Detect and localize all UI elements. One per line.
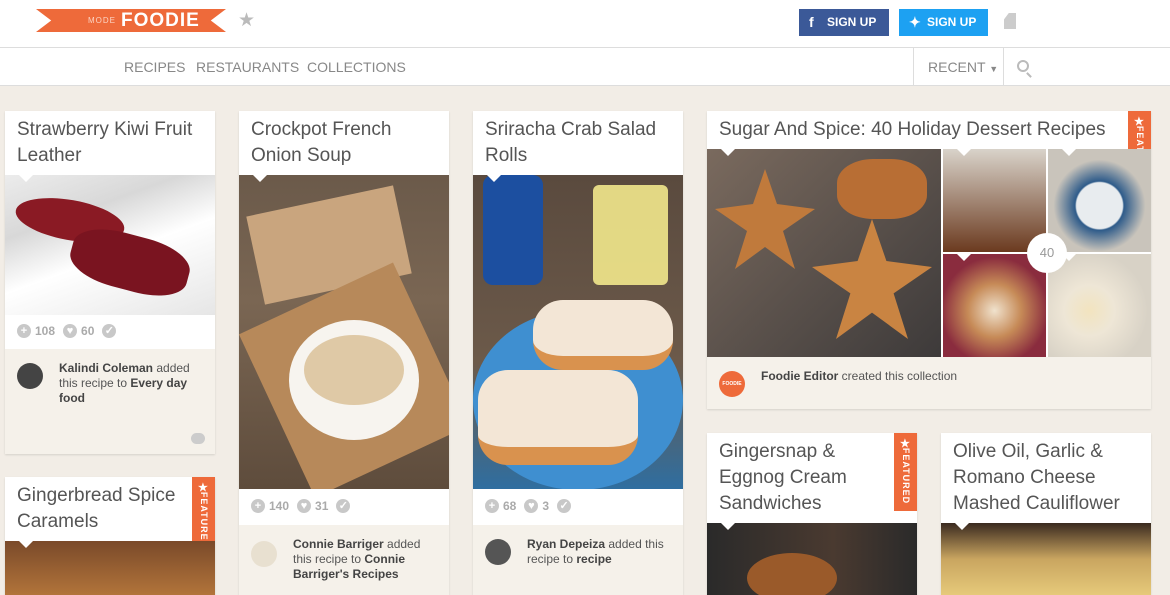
logo-word-text: FOODIE [121, 10, 200, 31]
foodie-logo[interactable]: MODE FOODIE [36, 9, 226, 32]
recipe-image[interactable] [5, 175, 215, 315]
recipe-title[interactable]: Gingerbread Spice Caramels [17, 483, 179, 535]
recipe-card[interactable]: Olive Oil, Garlic & Romano Cheese Mashed… [941, 433, 1151, 595]
check-icon[interactable]: ✓ [336, 499, 351, 513]
nav-restaurants[interactable]: RESTAURANTS [196, 59, 299, 75]
plus-icon: + [485, 499, 499, 513]
activity-footer: Ryan Depeiza added this recipe to recipe [473, 525, 683, 595]
activity-footer: Kalindi Coleman added this recipe to Eve… [5, 349, 215, 454]
activity-user[interactable]: Connie Barriger [293, 537, 384, 551]
recipe-title[interactable]: Crockpot French Onion Soup [251, 117, 437, 169]
logo-mode-text: MODE [88, 16, 116, 25]
plus-icon: + [251, 499, 265, 513]
comment-icon[interactable] [191, 433, 205, 444]
nav-recipes[interactable]: RECIPES [124, 59, 185, 75]
recipe-card[interactable]: Strawberry Kiwi Fruit Leather +108 ♥ 60 ✓… [5, 111, 215, 454]
recipe-title[interactable]: Olive Oil, Garlic & Romano Cheese Mashed… [953, 439, 1139, 517]
activity-text: Kalindi Coleman added this recipe to Eve… [59, 361, 205, 406]
nav-divider [913, 48, 914, 86]
collection-thumb[interactable] [943, 254, 1046, 357]
caret-down-icon: ▼ [989, 64, 999, 74]
recent-label: RECENT [928, 59, 986, 75]
collection-title[interactable]: Sugar And Spice: 40 Holiday Dessert Reci… [719, 117, 1115, 143]
bookmark-icon[interactable] [1004, 13, 1016, 29]
like-count[interactable]: ♥ 3 [524, 499, 549, 513]
check-icon[interactable]: ✓ [102, 324, 117, 338]
add-count-value: 140 [269, 499, 290, 513]
activity-footer: FOODIE Foodie Editor created this collec… [707, 357, 1151, 409]
activity-text: Connie Barriger added this recipe to Con… [293, 537, 439, 582]
collection-thumb[interactable] [943, 149, 1046, 252]
twitter-signup-button[interactable]: ✦ SIGN UP [899, 9, 988, 36]
like-count-value: 60 [81, 324, 95, 338]
collection-thumb[interactable] [1048, 149, 1151, 252]
collection-main-image[interactable] [707, 149, 941, 357]
recipe-title[interactable]: Sriracha Crab Salad Rolls [485, 117, 671, 169]
twitter-bird-icon: ✦ [909, 14, 921, 30]
recipe-image[interactable] [5, 541, 215, 595]
like-count-value: 31 [315, 499, 329, 513]
check-icon[interactable]: ✓ [557, 499, 572, 513]
twitter-signup-label: SIGN UP [927, 15, 977, 29]
activity-text: Foodie Editor created this collection [761, 369, 1141, 384]
collection-thumb[interactable] [1048, 254, 1151, 357]
heart-icon: ♥ [524, 499, 539, 513]
star-icon[interactable]: ★ [238, 9, 255, 32]
recipe-card[interactable]: Gingerbread Spice Caramels ★ FEATURED [5, 477, 215, 595]
recipe-stats: +108 ♥ 60 ✓ [17, 321, 117, 341]
avatar[interactable] [17, 363, 43, 389]
recipe-card[interactable]: Gingersnap & Eggnog Cream Sandwiches ★ FE… [707, 433, 917, 595]
collection-count-badge: 40 [1027, 233, 1067, 273]
recipe-image[interactable] [239, 175, 449, 489]
activity-user[interactable]: Foodie Editor [761, 369, 838, 383]
recipe-title[interactable]: Strawberry Kiwi Fruit Leather [17, 117, 203, 169]
main-nav: RECIPES RESTAURANTS COLLECTIONS RECENT ▼ [0, 48, 1170, 86]
heart-icon: ♥ [63, 324, 78, 338]
featured-ribbon: ★FEATURED [894, 433, 917, 511]
add-count-value: 68 [503, 499, 517, 513]
activity-user[interactable]: Ryan Depeiza [527, 537, 605, 551]
site-header: MODE FOODIE ★ f SIGN UP ✦ SIGN UP [0, 0, 1170, 48]
nav-divider [1003, 48, 1004, 86]
activity-footer: Connie Barriger added this recipe to Con… [239, 525, 449, 595]
avatar[interactable] [251, 541, 277, 567]
recipe-stats: +68 ♥ 3 ✓ [485, 496, 572, 516]
like-count-value: 3 [542, 499, 550, 513]
search-icon[interactable] [1017, 60, 1029, 72]
recipe-card[interactable]: Crockpot French Onion Soup +140 ♥ 31 ✓ Co… [239, 111, 449, 595]
like-count[interactable]: ♥ 31 [297, 499, 328, 513]
add-count-value: 108 [35, 324, 56, 338]
heart-icon: ♥ [297, 499, 312, 513]
avatar[interactable] [485, 539, 511, 565]
recipe-card[interactable]: Sriracha Crab Salad Rolls +68 ♥ 3 ✓ Ryan … [473, 111, 683, 595]
activity-text: Ryan Depeiza added this recipe to recipe [527, 537, 673, 567]
foodie-avatar-text: FOODIE [722, 381, 742, 387]
recipe-stats: +140 ♥ 31 ✓ [251, 496, 351, 516]
add-count[interactable]: +140 [251, 499, 289, 513]
recipe-image[interactable] [941, 523, 1151, 595]
facebook-signup-label: SIGN UP [827, 15, 877, 29]
featured-label: FEATURED [901, 447, 911, 505]
activity-user[interactable]: Kalindi Coleman [59, 361, 153, 375]
facebook-signup-button[interactable]: f SIGN UP [799, 9, 889, 36]
add-count[interactable]: +68 [485, 499, 516, 513]
like-count[interactable]: ♥ 60 [63, 324, 94, 338]
recipe-image[interactable] [473, 175, 683, 489]
activity-target[interactable]: recipe [576, 552, 611, 566]
recent-dropdown[interactable]: RECENT ▼ [928, 59, 998, 75]
collection-card[interactable]: Sugar And Spice: 40 Holiday Dessert Reci… [707, 111, 1151, 409]
add-count[interactable]: +108 [17, 324, 55, 338]
activity-action: created this collection [841, 369, 958, 383]
facebook-icon: f [809, 14, 814, 30]
recipe-image[interactable] [707, 523, 917, 595]
foodie-avatar[interactable]: FOODIE [719, 371, 745, 397]
recipe-title[interactable]: Gingersnap & Eggnog Cream Sandwiches [719, 439, 881, 517]
collection-count: 40 [1039, 245, 1055, 260]
plus-icon: + [17, 324, 31, 338]
nav-collections[interactable]: COLLECTIONS [307, 59, 406, 75]
